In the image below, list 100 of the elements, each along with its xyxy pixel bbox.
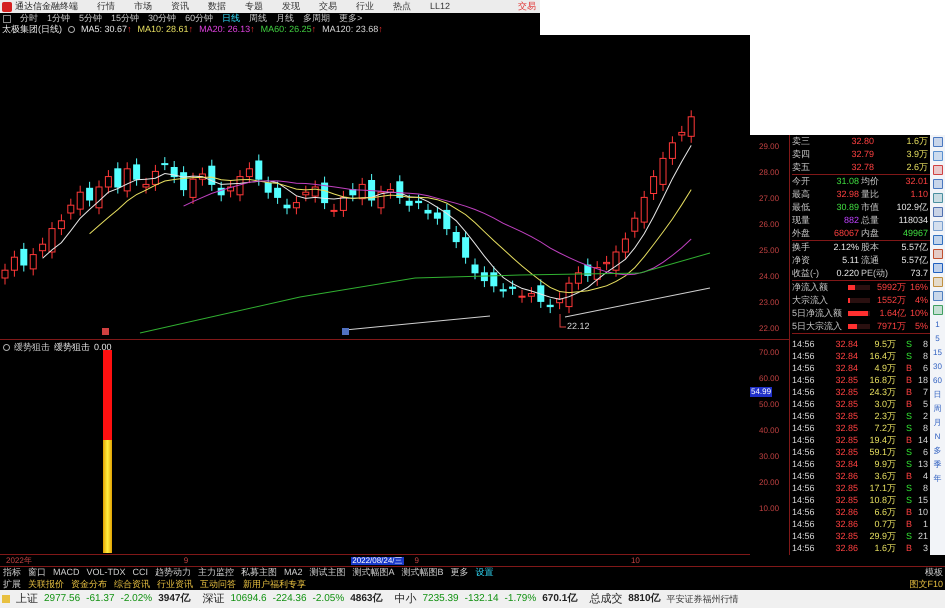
trade-side: S [904, 424, 912, 432]
menu-item[interactable]: 发现 [282, 2, 300, 11]
index-name[interactable]: 上证 [16, 594, 38, 604]
menu-item[interactable]: 市场 [134, 2, 152, 11]
trade-count: 6 [922, 448, 929, 456]
indicator-tab[interactable]: 指标 [3, 568, 21, 577]
period-shortcut[interactable]: 60 [933, 377, 942, 389]
trade-time: 14:56 [792, 520, 816, 528]
trade-time: 14:56 [792, 460, 816, 468]
index-name[interactable]: 中小 [394, 594, 416, 604]
axis-label: 30.00 [758, 453, 780, 463]
toolbar-square-icon[interactable] [932, 179, 942, 189]
info-tab[interactable]: 资金分布 [71, 580, 107, 588]
indicator-tab[interactable]: CCI [132, 568, 148, 577]
period-tab[interactable]: 60分钟 [185, 14, 214, 23]
period-tab[interactable]: 分时 [20, 14, 38, 23]
indicator-tab[interactable]: 测试主图 [310, 568, 346, 577]
f10-button[interactable]: 图文F10 [909, 580, 945, 588]
period-tab[interactable]: 5分钟 [79, 14, 102, 23]
period-shortcut[interactable]: 年 [934, 475, 942, 487]
trade-volume: 24.3万 [868, 388, 896, 396]
period-tab[interactable]: 月线 [276, 14, 294, 23]
stat-label: 内盘 [861, 229, 879, 238]
trade-count: 14 [916, 436, 929, 444]
index-name[interactable]: 深证 [202, 594, 224, 604]
indicator-tab[interactable]: 更多 [450, 568, 469, 577]
period-shortcut[interactable]: 1 [935, 321, 940, 333]
trade-button[interactable]: 交易 [518, 2, 536, 11]
chart-mode-icon[interactable] [3, 14, 11, 22]
broker-name: 平安证券福州行情 [666, 594, 739, 604]
axis-label: 23.00 [758, 299, 780, 309]
info-tab[interactable]: 关联报价 [28, 580, 64, 588]
trade-volume: 6.6万 [873, 508, 896, 516]
stat-label: 量比 [861, 190, 879, 199]
period-shortcut[interactable]: 30 [933, 363, 942, 375]
candle [218, 181, 225, 202]
indicator-tab[interactable]: MACD [53, 568, 80, 577]
trade-volume: 7.2万 [873, 424, 896, 432]
trade-time: 14:56 [792, 448, 816, 456]
trade-time: 14:56 [792, 484, 816, 492]
indicator-tab[interactable]: VOL-TDX [86, 568, 126, 577]
period-tab[interactable]: 1分钟 [47, 14, 70, 23]
toolbar-square-icon[interactable] [932, 137, 942, 147]
toolbar-square-icon[interactable] [932, 193, 942, 203]
info-tab[interactable]: 行业资讯 [157, 580, 193, 588]
trade-count: 7 [922, 388, 929, 396]
indicator-tab[interactable]: 设置 [476, 568, 494, 577]
period-tab[interactable]: 多周期 [303, 14, 330, 23]
ma-value: MA10: 28.61 [138, 25, 189, 34]
toolbar-square-icon[interactable] [932, 235, 942, 245]
indicator-tab[interactable]: 私募主图 [241, 568, 278, 577]
menu-item[interactable]: 行业 [356, 2, 374, 11]
period-tab[interactable]: 日线 [222, 14, 240, 23]
indicator-tab[interactable]: 窗口 [28, 568, 46, 577]
period-shortcut[interactable]: 多 [934, 447, 942, 459]
toolbar-square-icon[interactable] [932, 207, 942, 217]
candle [443, 203, 450, 236]
toolbar-square-icon[interactable] [932, 221, 942, 231]
indicator-tab[interactable]: 主力监控 [198, 568, 234, 577]
toolbar-square-icon[interactable] [932, 249, 942, 259]
period-tab[interactable]: 更多> [339, 14, 362, 23]
info-tab[interactable]: 扩展 [3, 580, 21, 588]
period-tab[interactable]: 30分钟 [148, 14, 176, 23]
indicator-tab[interactable]: 测式幅图B [402, 568, 444, 577]
menu-item[interactable]: 专题 [245, 2, 263, 11]
period-shortcut[interactable]: 月 [934, 419, 942, 431]
info-tab[interactable]: 互动问答 [200, 580, 236, 588]
trade-time: 14:56 [792, 436, 816, 444]
indicator-tab[interactable]: MA2 [284, 568, 303, 577]
period-shortcut[interactable]: 周 [934, 405, 942, 417]
period-shortcut[interactable]: 季 [934, 461, 942, 473]
trade-time: 14:56 [792, 388, 816, 396]
period-shortcut[interactable]: N [934, 433, 940, 445]
info-tab[interactable]: 综合资讯 [114, 580, 150, 588]
candle [386, 182, 394, 200]
candle [86, 181, 94, 207]
toolbar-square-icon[interactable] [932, 165, 942, 175]
menu-item[interactable]: 交易 [319, 2, 337, 11]
template-button[interactable]: 模板 [925, 568, 945, 577]
toolbar-square-icon[interactable] [932, 277, 942, 287]
toolbar-square-icon[interactable] [932, 263, 942, 273]
toolbar-square-icon[interactable] [932, 291, 942, 301]
menu-item[interactable]: 数据 [208, 2, 226, 11]
toolbar-square-icon[interactable] [932, 305, 942, 315]
info-tab[interactable]: 新用户福利专享 [243, 580, 306, 588]
period-shortcut[interactable]: 5 [935, 335, 940, 347]
menu-item[interactable]: LL12 [430, 2, 450, 11]
trade-side: B [904, 436, 912, 444]
stat-value: 882 [844, 216, 859, 225]
menu-item[interactable]: 行情 [97, 2, 115, 11]
trade-count: 13 [916, 460, 929, 468]
period-tab[interactable]: 15分钟 [111, 14, 140, 23]
indicator-tab[interactable]: 测式幅图A [352, 568, 395, 577]
menu-item[interactable]: 资讯 [171, 2, 189, 11]
period-shortcut[interactable]: 日 [934, 391, 942, 403]
indicator-tab[interactable]: 趋势动力 [155, 568, 192, 577]
period-tab[interactable]: 周线 [249, 14, 268, 23]
menu-item[interactable]: 热点 [393, 2, 411, 11]
toolbar-square-icon[interactable] [932, 151, 942, 161]
period-shortcut[interactable]: 15 [933, 349, 942, 361]
